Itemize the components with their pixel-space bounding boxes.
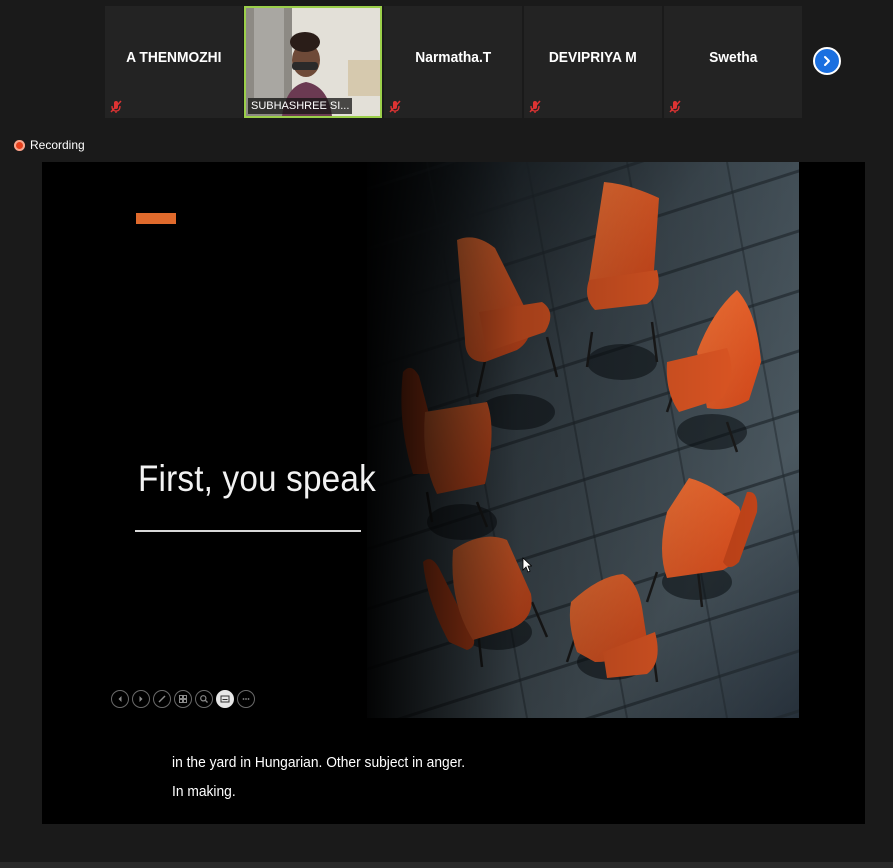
zoom-button[interactable] [195,690,213,708]
slide-title: First, you speak [138,458,376,499]
next-page-button[interactable] [813,47,841,75]
muted-mic-icon [110,100,122,113]
participant-name: Narmatha.T [415,48,491,66]
participant-tile[interactable]: A THENMOZHI [105,6,243,118]
subtitles-button[interactable] [216,690,234,708]
recording-indicator[interactable]: Recording [14,138,85,152]
participant-tile[interactable]: Narmatha.T [384,6,522,118]
caption-line: In making. [172,783,236,800]
slideshow-toolbar [111,690,255,708]
active-speaker-video[interactable]: SUBHASHREE SI... [244,6,382,118]
participant-name: Swetha [708,48,758,66]
muted-mic-icon [669,100,681,113]
slide-image-chairs [367,162,799,718]
zoom-icon [200,695,208,703]
caption-line: in the yard in Hungarian. Other subject … [172,754,466,771]
participant-name: A THENMOZHI [126,48,222,66]
recording-label: Recording [30,138,85,152]
more-options-button[interactable] [237,690,255,708]
previous-icon [118,696,122,702]
pen-icon [158,695,166,703]
bottom-toolbar-edge [0,862,893,868]
participant-tile[interactable]: Swetha [664,6,802,118]
participant-name: DEVIPRIYA M [549,48,637,66]
pen-button[interactable] [153,690,171,708]
live-captions: in the yard in Hungarian. Other subject … [172,748,491,806]
next-slide-button[interactable] [132,690,150,708]
previous-slide-button[interactable] [111,690,129,708]
chevron-right-icon [824,56,830,66]
slides-grid-icon [179,695,187,703]
next-icon [139,696,143,702]
see-all-slides-button[interactable] [174,690,192,708]
recording-icon [14,139,25,151]
muted-mic-icon [529,100,541,113]
participant-name: SUBHASHREE SI... [248,98,353,114]
more-icon [242,698,250,700]
participant-tile[interactable]: DEVIPRIYA M [524,6,662,118]
slide-title-underline [135,530,361,532]
mouse-pointer-icon [522,557,532,573]
slide-accent-bar [136,213,176,224]
muted-mic-icon [389,100,401,113]
participant-strip: A THENMOZHI SUBHASHREE SI... Narmatha.T [0,0,893,122]
subtitles-icon [220,695,230,703]
